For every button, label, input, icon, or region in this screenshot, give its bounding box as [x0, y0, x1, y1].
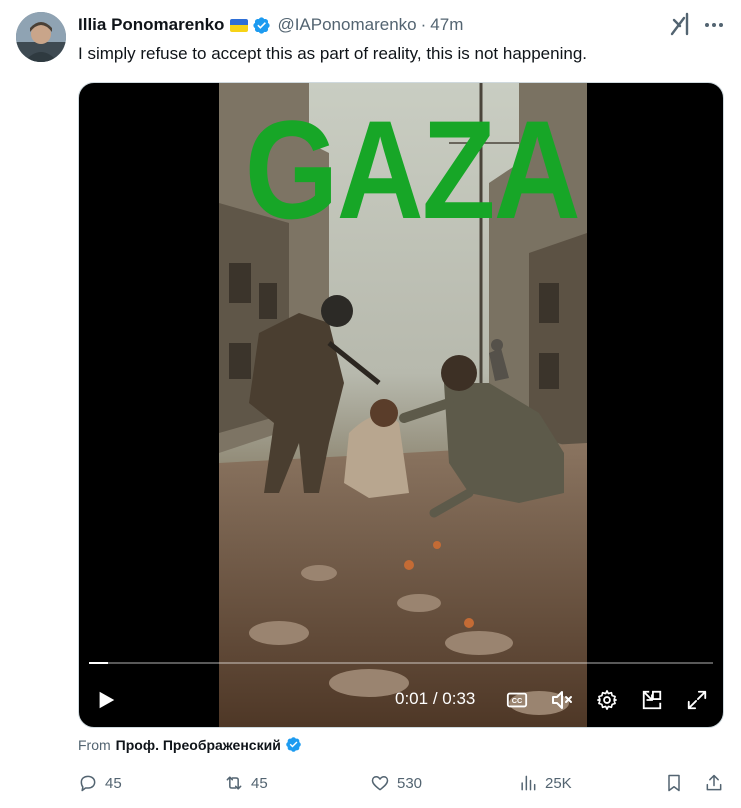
tweet-text: I simply refuse to accept this as part o…	[78, 44, 587, 63]
reply-button[interactable]: 45	[78, 770, 122, 796]
repost-button[interactable]: 45	[224, 770, 268, 796]
fullscreen-icon[interactable]	[684, 687, 710, 713]
share-icon	[706, 774, 722, 791]
video-progress-bar[interactable]	[89, 662, 713, 664]
avatar[interactable]	[16, 12, 66, 62]
mute-icon[interactable]	[549, 687, 575, 713]
heart-icon	[371, 776, 389, 791]
time-separator: /	[428, 689, 443, 708]
video-time-readout: 0:01 / 0:33	[395, 689, 475, 709]
video-player[interactable]: GAZA 0:01 / 0:33 CC	[78, 82, 724, 728]
video-progress-fill	[89, 662, 108, 664]
verified-badge-icon	[286, 737, 301, 752]
like-button[interactable]: 530	[370, 770, 422, 796]
tweet-header: Illia Ponomarenko @IAPonomarenko · 47m	[78, 14, 463, 36]
share-button[interactable]	[704, 770, 731, 796]
tweet-action-bar: 45 45 530 25K	[78, 770, 728, 796]
current-time: 0:01	[395, 689, 429, 708]
bookmark-button[interactable]	[664, 770, 691, 796]
grok-icon[interactable]	[670, 12, 690, 36]
picture-in-picture-icon[interactable]	[639, 687, 665, 713]
video-controls: 0:01 / 0:33 CC	[79, 681, 723, 721]
duration: 0:33	[442, 689, 476, 708]
play-icon[interactable]	[93, 687, 119, 713]
handle[interactable]: @IAPonomarenko	[277, 15, 416, 35]
svg-text:CC: CC	[512, 696, 523, 705]
display-name[interactable]: Illia Ponomarenko	[78, 15, 224, 35]
repost-icon	[226, 776, 242, 790]
settings-gear-icon[interactable]	[594, 687, 620, 713]
reply-count: 45	[105, 774, 122, 792]
views-button[interactable]: 25K	[518, 770, 572, 796]
verified-badge-icon	[253, 16, 271, 34]
views-count: 25K	[545, 774, 572, 792]
closed-captions-icon[interactable]: CC	[504, 687, 530, 713]
ukraine-flag-icon	[230, 18, 249, 32]
bookmark-icon	[668, 774, 680, 792]
reply-icon	[80, 775, 96, 792]
source-prefix: From	[78, 736, 111, 753]
repost-count: 45	[251, 774, 268, 792]
separator-dot: ·	[420, 15, 427, 34]
analytics-bar-icon	[521, 775, 536, 791]
source-account-name[interactable]: Проф. Преображенский	[116, 737, 281, 753]
video-frame[interactable]: GAZA	[219, 83, 587, 727]
video-source-attribution: From Проф. Преображенский	[78, 736, 302, 753]
more-options-icon[interactable]	[703, 14, 725, 36]
timestamp[interactable]: 47m	[430, 15, 463, 35]
like-count: 530	[397, 774, 423, 792]
overlay-title-text: GAZA	[244, 91, 581, 248]
